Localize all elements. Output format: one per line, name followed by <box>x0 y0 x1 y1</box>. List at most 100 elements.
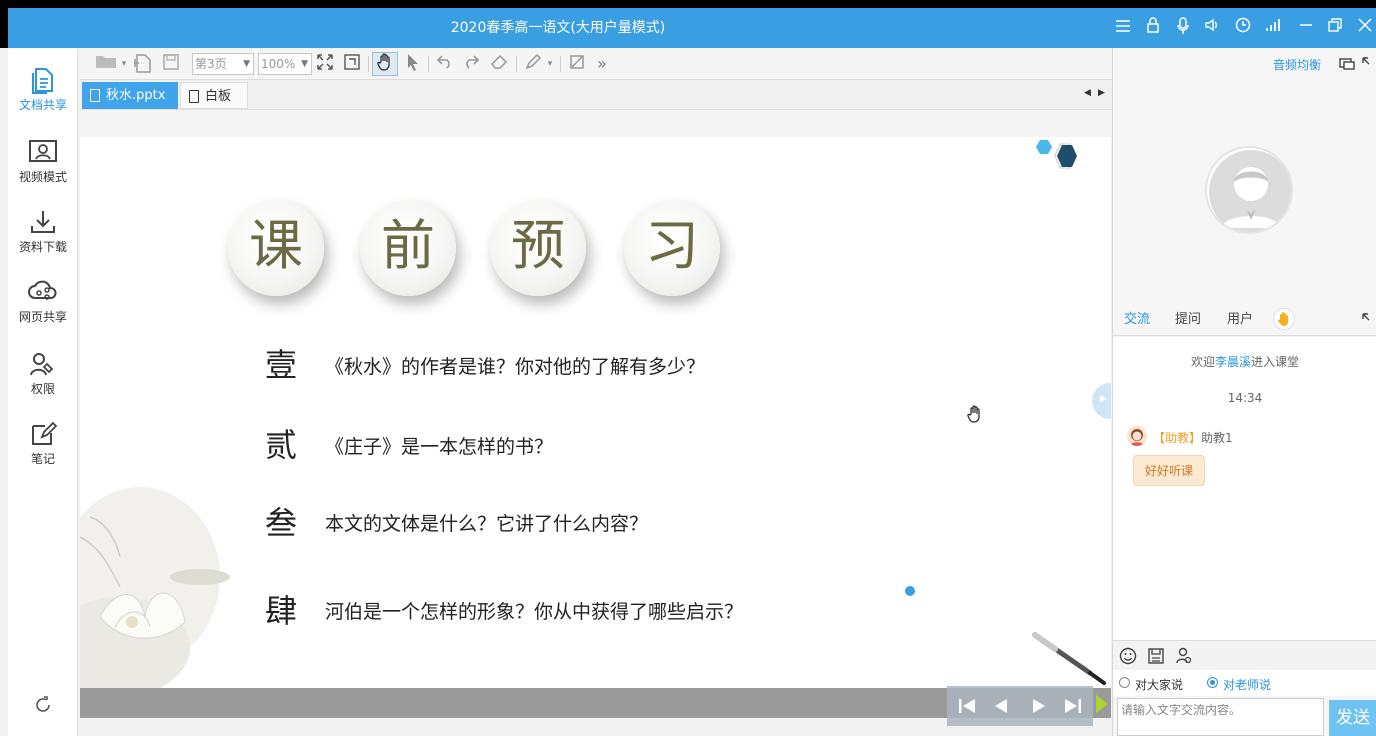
welcome-suffix: 进入课堂 <box>1251 355 1300 369</box>
right-panel-header: 音频均衡 <box>1113 48 1376 80</box>
radio-label: 对大家说 <box>1135 678 1184 692</box>
sender-name: 助教1 <box>1201 431 1233 445</box>
chat-target-row: 对大家说 对老师说 <box>1113 670 1376 696</box>
app-window: 2020春季高一语文(大用户量模式) 文档共享 视频模式 资料下载 网页共享 权… <box>0 0 1376 736</box>
sidebar-item-permission[interactable]: 权限 <box>8 346 78 410</box>
last-page-icon[interactable] <box>1061 694 1085 718</box>
new-page-icon[interactable] <box>131 53 154 75</box>
panel-collapse-handle[interactable]: ▶ <box>1092 383 1111 419</box>
chat-message-input[interactable]: 请输入文字交流内容。 <box>1117 698 1324 736</box>
save-icon[interactable] <box>160 53 182 75</box>
popout-icon[interactable] <box>1361 312 1375 328</box>
hand-tool-icon[interactable] <box>372 52 398 76</box>
tab-scroll-left-icon[interactable]: ◀ <box>1084 88 1094 100</box>
user-view-icon[interactable] <box>1175 647 1193 665</box>
radio-dot <box>1119 677 1130 688</box>
sidebar-item-label: 权限 <box>30 382 55 396</box>
sidebar-item-video-mode[interactable]: 视频模式 <box>8 134 78 198</box>
emoji-icon[interactable] <box>1119 647 1137 665</box>
welcome-message: 欢迎李晨溪进入课堂 <box>1113 353 1376 370</box>
audio-eq-link[interactable]: 音频均衡 <box>1273 56 1321 73</box>
microphone-icon[interactable] <box>1172 17 1194 39</box>
eraser-icon[interactable] <box>488 53 510 75</box>
clock-icon[interactable] <box>1232 17 1254 39</box>
radio-to-teacher[interactable]: 对老师说 <box>1207 676 1271 693</box>
pen-dropdown-icon[interactable]: ▾ <box>546 53 554 75</box>
restore-icon[interactable] <box>1324 17 1346 39</box>
open-folder-icon[interactable] <box>94 53 118 75</box>
file-icon <box>90 89 100 102</box>
menu-icon[interactable] <box>1112 17 1134 39</box>
toolbar-divider <box>368 56 369 72</box>
tab-whiteboard-1[interactable]: 白板 1 <box>180 82 248 131</box>
document-tab-row: 秋水.pptx 白板 1 ◀ ▶ <box>80 80 1112 131</box>
sidebar-item-document-share[interactable]: 文档共享 <box>8 62 78 126</box>
video-mode-icon <box>29 140 57 162</box>
open-dropdown-icon[interactable]: ▾ <box>120 53 128 75</box>
note-icon <box>32 421 57 445</box>
user-avatar-icon <box>1209 150 1291 232</box>
chat-timestamp: 14:34 <box>1227 391 1263 405</box>
zoom-select-value: 100% <box>261 57 296 71</box>
next-page-icon[interactable] <box>1027 694 1051 718</box>
tab-users[interactable]: 用户 <box>1227 304 1253 336</box>
lock-icon[interactable] <box>1142 17 1164 39</box>
toolbar-divider <box>428 56 429 72</box>
sidebar-item-label: 笔记 <box>30 452 55 466</box>
tab-question[interactable]: 提问 <box>1175 304 1201 336</box>
question-number: 贰 <box>265 426 298 464</box>
lotus-flower-decoration <box>80 487 230 688</box>
slide-canvas[interactable]: 课 前 预 习 壹 《秋水》的作者是谁？你对他的了解有多少？ 贰 《庄子》是一本… <box>80 137 1111 688</box>
prev-page-icon[interactable] <box>989 694 1013 718</box>
welcome-user: 李晨溪 <box>1214 355 1251 369</box>
tab-qiushui-pptx[interactable]: 秋水.pptx <box>82 82 178 109</box>
speaker-icon[interactable] <box>1201 17 1223 39</box>
chat-message-bubble: 好好听课 <box>1133 455 1206 486</box>
toolbar-divider <box>560 56 561 72</box>
fit-window-icon[interactable] <box>341 53 363 75</box>
tab-scroll-right-icon[interactable]: ▶ <box>1098 88 1108 100</box>
expand-icon[interactable] <box>1361 56 1375 72</box>
avatar <box>1205 146 1293 234</box>
send-button[interactable]: 发送 <box>1329 700 1376 736</box>
undo-icon[interactable] <box>434 53 456 75</box>
welcome-prefix: 欢迎 <box>1190 355 1215 369</box>
pen-icon[interactable] <box>522 53 544 75</box>
heading-char-4: 习 <box>624 200 720 296</box>
chat-toolbar <box>1113 640 1376 670</box>
close-icon[interactable] <box>1354 17 1376 39</box>
sidebar-item-label: 文档共享 <box>18 98 67 112</box>
clear-icon[interactable] <box>566 53 588 75</box>
screen-icon[interactable] <box>1339 56 1355 72</box>
more-icon[interactable]: » <box>592 53 612 75</box>
minimize-icon[interactable] <box>1295 17 1317 39</box>
sidebar-item-note[interactable]: 笔记 <box>8 416 78 480</box>
sidebar-item-web-share[interactable]: 网页共享 <box>8 274 78 338</box>
laser-pointer-dot <box>905 586 915 596</box>
sidebar-item-download[interactable]: 资料下载 <box>8 204 78 268</box>
chat-sender: 【助教】助教1 <box>1153 429 1233 446</box>
first-page-icon[interactable] <box>955 694 979 718</box>
signal-icon <box>1262 17 1284 39</box>
pointer-icon[interactable] <box>402 53 424 75</box>
redo-icon[interactable] <box>460 53 482 75</box>
assistant-avatar <box>1127 426 1147 446</box>
question-text: 《秋水》的作者是谁？你对他的了解有多少？ <box>325 356 706 378</box>
tab-chat[interactable]: 交流 <box>1124 304 1150 336</box>
question-number: 叁 <box>265 504 298 542</box>
radio-to-everyone[interactable]: 对大家说 <box>1119 676 1183 693</box>
chevron-down-icon: ▼ <box>243 59 250 69</box>
sidebar-item-label: 资料下载 <box>18 240 67 254</box>
fullscreen-icon[interactable] <box>314 53 336 75</box>
save-chat-icon[interactable] <box>1147 647 1165 665</box>
chat-log: 欢迎李晨溪进入课堂 14:34 【助教】助教1 好好听课 <box>1113 337 1376 641</box>
zoom-select[interactable]: 100% ▼ <box>258 53 312 75</box>
tab-label: 秋水.pptx <box>106 88 166 103</box>
raise-hand-icon[interactable] <box>1273 308 1295 330</box>
radio-dot <box>1207 677 1218 688</box>
radio-label: 对老师说 <box>1223 678 1272 692</box>
chevron-right-icon: ▶ <box>1100 394 1107 404</box>
page-select[interactable]: 第3页 ▼ <box>192 53 254 75</box>
brush-decoration <box>1032 632 1106 685</box>
refresh-icon[interactable] <box>32 694 54 716</box>
